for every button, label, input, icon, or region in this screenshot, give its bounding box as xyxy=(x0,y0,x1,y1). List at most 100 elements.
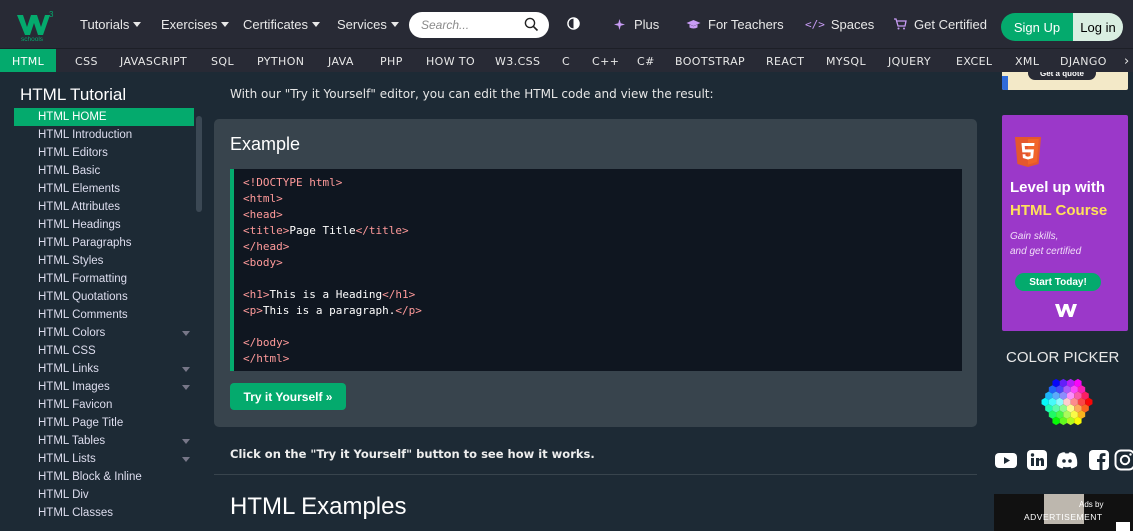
sidebar-scrollbar[interactable] xyxy=(196,116,202,212)
start-today-button[interactable]: Start Today! xyxy=(1015,273,1101,291)
linkedin-icon[interactable] xyxy=(1025,448,1049,472)
topic-python[interactable]: PYTHON xyxy=(257,49,304,73)
topic-csharp[interactable]: C# xyxy=(637,49,655,73)
topic-javascript[interactable]: JAVASCRIPT xyxy=(120,49,187,73)
sidebar-item-colors[interactable]: HTML Colors xyxy=(14,324,194,342)
topic-jquery[interactable]: JQUERY xyxy=(888,49,931,73)
chevron-right-icon[interactable]: › xyxy=(1124,49,1130,73)
ads-by-label: Ads by xyxy=(1079,500,1104,509)
code-tag: </html> xyxy=(243,352,290,365)
sidebar-item-page-title[interactable]: HTML Page Title xyxy=(14,414,194,432)
sparkle-icon xyxy=(614,18,625,30)
sidebar-title: HTML Tutorial xyxy=(20,85,127,104)
topic-sql[interactable]: SQL xyxy=(211,49,234,73)
topic-excel[interactable]: EXCEL xyxy=(956,49,992,73)
intro-text: With our "Try it Yourself" editor, you c… xyxy=(230,87,714,101)
code-text: Page Title xyxy=(289,224,356,237)
click-instruction-text: Click on the "Try it Yourself" button to… xyxy=(230,447,595,461)
sidebar-item-headings[interactable]: HTML Headings xyxy=(14,216,194,234)
promo-course-name: HTML Course xyxy=(1010,202,1108,219)
topic-how-to[interactable]: HOW TO xyxy=(426,49,475,73)
code-line: </html> xyxy=(243,351,962,367)
discord-icon[interactable] xyxy=(1055,448,1079,472)
expand-caret-icon[interactable] xyxy=(182,439,190,444)
menu-tutorials[interactable]: Tutorials xyxy=(80,0,142,48)
sidebar-item-tables[interactable]: HTML Tables xyxy=(14,432,194,450)
topic-w3css[interactable]: W3.CSS xyxy=(495,49,540,73)
sidebar-item-css[interactable]: HTML CSS xyxy=(14,342,194,360)
spaces-link[interactable]: </> Spaces xyxy=(805,0,874,48)
expand-caret-icon[interactable] xyxy=(182,385,190,390)
topic-django[interactable]: DJANGO xyxy=(1060,49,1107,73)
sidebar-item-div[interactable]: HTML Div xyxy=(14,486,194,504)
color-picker-hexagon-icon[interactable] xyxy=(1035,375,1099,429)
sidebar-item-attributes[interactable]: HTML Attributes xyxy=(14,198,194,216)
sidebar-item-editors[interactable]: HTML Editors xyxy=(14,144,194,162)
search-box[interactable] xyxy=(409,12,549,38)
sidebar-item-images[interactable]: HTML Images xyxy=(14,378,194,396)
for-teachers-link[interactable]: For Teachers xyxy=(686,0,784,48)
topic-css[interactable]: CSS xyxy=(75,49,98,73)
sidebar-item-comments[interactable]: HTML Comments xyxy=(14,306,194,324)
topic-c[interactable]: C xyxy=(562,49,570,73)
topics-navbar: HTML CSS JAVASCRIPT SQL PYTHON JAVA PHP … xyxy=(0,48,1133,73)
instagram-icon[interactable] xyxy=(1113,448,1133,472)
facebook-icon[interactable] xyxy=(1087,448,1111,472)
caret-down-icon xyxy=(133,21,142,27)
expand-caret-icon[interactable] xyxy=(182,457,190,462)
expand-caret-icon[interactable] xyxy=(182,367,190,372)
promo-subtitle: and get certified xyxy=(1010,246,1082,257)
get-a-quote-button[interactable]: Get a quote xyxy=(1028,72,1096,80)
example-title: Example xyxy=(230,134,301,154)
get-certified-link[interactable]: Get Certified xyxy=(893,0,987,48)
topic-html[interactable]: HTML xyxy=(0,49,57,73)
graduation-cap-icon xyxy=(686,19,701,28)
try-it-yourself-button[interactable]: Try it Yourself » xyxy=(230,383,346,410)
sidebar-item-lists[interactable]: HTML Lists xyxy=(14,450,194,468)
svg-text:schools: schools xyxy=(21,36,44,42)
dark-mode-toggle-icon[interactable] xyxy=(567,17,580,30)
sidebar-item-links[interactable]: HTML Links xyxy=(14,360,194,378)
sidebar-item-basic[interactable]: HTML Basic xyxy=(14,162,194,180)
topic-bootstrap[interactable]: BOOTSTRAP xyxy=(675,49,745,73)
sidebar-item-paragraphs[interactable]: HTML Paragraphs xyxy=(14,234,194,252)
code-line: <p>This is a paragraph.</p> xyxy=(243,303,962,319)
search-icon[interactable] xyxy=(524,17,539,32)
sidebar-item-block-inline[interactable]: HTML Block & Inline xyxy=(14,468,194,486)
youtube-icon[interactable] xyxy=(994,448,1018,472)
search-input[interactable] xyxy=(421,18,521,32)
code-tag: <head> xyxy=(243,208,283,221)
expand-caret-icon[interactable] xyxy=(182,331,190,336)
sidebar-item-quotations[interactable]: HTML Quotations xyxy=(14,288,194,306)
topic-react[interactable]: REACT xyxy=(766,49,804,73)
adchoices-icon[interactable] xyxy=(1116,522,1130,531)
topic-mysql[interactable]: MYSQL xyxy=(826,49,866,73)
topic-php[interactable]: PHP xyxy=(380,49,403,73)
cart-icon xyxy=(894,18,907,30)
menu-services[interactable]: Services xyxy=(337,0,399,48)
sidebar-item-formatting[interactable]: HTML Formatting xyxy=(14,270,194,288)
html-course-promo[interactable]: Level up with HTML Course Gain skills, a… xyxy=(1002,115,1128,331)
plus-link[interactable]: Plus xyxy=(613,0,659,48)
log-in-button[interactable]: Log in xyxy=(1073,13,1123,41)
code-tag: </title> xyxy=(355,224,409,237)
code-tag: </body> xyxy=(243,336,290,349)
sidebar-item-elements[interactable]: HTML Elements xyxy=(14,180,194,198)
code-text: This is a Heading xyxy=(269,288,383,301)
topic-cpp[interactable]: C++ xyxy=(592,49,619,73)
menu-exercises[interactable]: Exercises xyxy=(161,0,230,48)
w3schools-logo xyxy=(1055,304,1077,317)
sidebar-item-html-home[interactable]: HTML HOME xyxy=(14,108,194,126)
menu-certificates[interactable]: Certificates xyxy=(243,0,321,48)
topic-java[interactable]: JAVA xyxy=(328,49,354,73)
topic-xml[interactable]: XML xyxy=(1015,49,1039,73)
caret-down-icon xyxy=(221,21,230,27)
w3schools-logo[interactable]: 3 schools xyxy=(14,8,54,42)
top-ad-banner[interactable]: Get a quote xyxy=(1002,72,1128,90)
code-line: <html> xyxy=(243,191,962,207)
sidebar-item-classes[interactable]: HTML Classes xyxy=(14,504,194,522)
sign-up-button[interactable]: Sign Up xyxy=(1001,13,1073,41)
sidebar-item-favicon[interactable]: HTML Favicon xyxy=(14,396,194,414)
sidebar-item-styles[interactable]: HTML Styles xyxy=(14,252,194,270)
sidebar-item-introduction[interactable]: HTML Introduction xyxy=(14,126,194,144)
